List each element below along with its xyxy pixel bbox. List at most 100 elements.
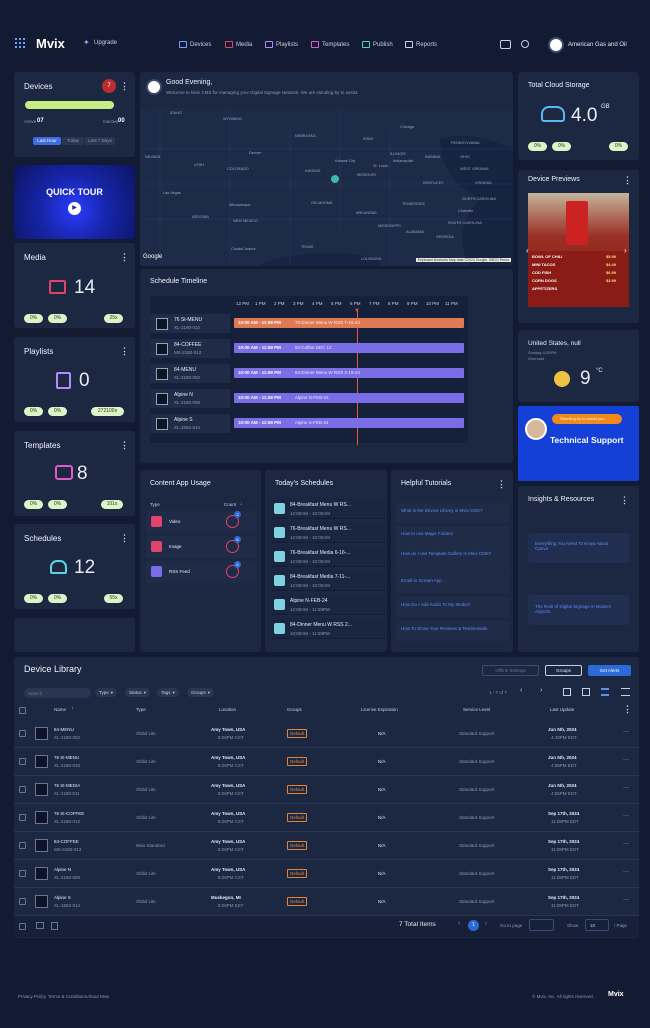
- todays-schedule-item[interactable]: 84-Breakfast Media 7-11-... 12:00AM - 10:…: [268, 570, 385, 591]
- footer-next-icon[interactable]: ›: [485, 921, 487, 927]
- media-menu-icon[interactable]: ⋮: [120, 253, 129, 262]
- org-name[interactable]: American Gas and Oil: [568, 42, 627, 48]
- table-row[interactable]: 76 St-COFFEE XL-2180-012 Xhibit Lite Amy To…: [14, 804, 639, 832]
- row-menu-icon[interactable]: ···: [623, 841, 629, 847]
- col-name[interactable]: Name: [54, 707, 66, 712]
- device-name[interactable]: 84-MENU: [54, 727, 74, 732]
- previews-menu-icon[interactable]: ⋮: [623, 176, 632, 185]
- nav-media[interactable]: Media: [225, 41, 252, 48]
- support-banner[interactable]: Standing by to assist you Technical Supp…: [518, 406, 639, 481]
- chart-view-icon[interactable]: [563, 688, 571, 696]
- table-row[interactable]: 76 St-MEDIA XL-2180-011 Xhibit Lite Amy Tow…: [14, 776, 639, 804]
- schedule-bar[interactable]: 10:00 AM - 11:59 PM Alpine S-FEB-24: [234, 418, 464, 428]
- quick-tour-banner[interactable]: QUICK TOUR ▶: [14, 165, 135, 239]
- row-menu-icon[interactable]: ···: [623, 757, 629, 763]
- range-tab-today[interactable]: Today: [62, 137, 84, 145]
- device-name[interactable]: 84-COFFEE: [54, 839, 79, 844]
- preview-image[interactable]: BOWL OF CHILI MINI TACOS COD FISH CORN DOGS…: [528, 193, 629, 307]
- tutorial-link[interactable]: How To Show Your Reviews & Testimonials: [401, 626, 506, 631]
- table-row[interactable]: Alpine N XL-2160-009 Xhibit Lite Amy Town, …: [14, 860, 639, 888]
- timeline-device-row[interactable]: Alpine N XL-2160-009: [150, 389, 230, 409]
- search-icon[interactable]: [521, 40, 529, 48]
- footer-prev-icon[interactable]: ‹: [458, 921, 460, 927]
- timeline-device-row[interactable]: 84-MENU XL-2180-002: [150, 364, 230, 384]
- footer-link[interactable]: Terms & Conditions: [48, 994, 87, 999]
- schedules-menu-icon[interactable]: ⋮: [120, 534, 129, 543]
- tutorial-item[interactable]: [396, 597, 509, 617]
- tutorial-item[interactable]: [396, 573, 509, 593]
- tutorial-link[interactable]: Email to Screen App: [401, 578, 506, 583]
- schedule-bar[interactable]: 10:00 AM - 11:59 PM 76-Dinner Menu W RSS …: [234, 318, 464, 328]
- table-row[interactable]: 84-MENU XL-2180-002 Xhibit Lite Amy Town, U…: [14, 720, 639, 748]
- nav-devices[interactable]: Devices: [179, 41, 211, 48]
- group-badge[interactable]: Default: [287, 897, 308, 906]
- col-last-update[interactable]: Last Update: [550, 707, 574, 712]
- footer-link[interactable]: Privacy Policy: [18, 994, 46, 999]
- brand-logo[interactable]: Mvix: [36, 36, 65, 51]
- todays-schedule-item[interactable]: 76-Breakfast Menu W RS... 12:00AM - 10:00…: [268, 522, 385, 543]
- footer-checkbox[interactable]: [19, 923, 26, 930]
- device-name[interactable]: Alpine N: [54, 867, 71, 872]
- footer-link[interactable]: About Mvix: [87, 994, 109, 999]
- col-license[interactable]: License Expiration: [361, 707, 398, 712]
- row-checkbox[interactable]: [19, 786, 26, 793]
- table-row[interactable]: 84-COFFEE MS-2180-013 Mvix Standard Amy Tow…: [14, 832, 639, 860]
- playlists-menu-icon[interactable]: ⋮: [120, 347, 129, 356]
- library-search-input[interactable]: [24, 688, 91, 698]
- row-menu-icon[interactable]: ···: [623, 785, 629, 791]
- filter-dropdown[interactable]: Groups ▾: [187, 688, 215, 697]
- prev-page-icon[interactable]: ‹: [520, 687, 522, 694]
- sort-up-icon[interactable]: ↑: [71, 706, 74, 712]
- device-name[interactable]: 76 St-COFFEE: [54, 811, 84, 816]
- get-alerts-button[interactable]: Get Alerts: [588, 665, 631, 676]
- sort-down-icon[interactable]: ↓: [240, 501, 243, 507]
- group-badge[interactable]: Default: [287, 869, 308, 878]
- filter-dropdown[interactable]: Tags ▾: [157, 688, 179, 697]
- trash-icon[interactable]: [51, 922, 58, 930]
- device-name[interactable]: Alpine S: [54, 895, 71, 900]
- us-map[interactable]: IDAHO WYOMING NEBRASKA IOWA Chicago PENNSYLVA…: [140, 109, 513, 266]
- insight-link[interactable]: Everything You Need To Know About Canva: [535, 541, 615, 551]
- grid-view-icon[interactable]: [582, 688, 590, 696]
- col-groups[interactable]: Groups: [287, 707, 302, 712]
- list-view-icon[interactable]: [601, 688, 609, 696]
- next-page-icon[interactable]: ›: [540, 687, 542, 694]
- schedule-bar[interactable]: 10:00 AM - 11:59 PM 84-Dinner Menu W RSS …: [234, 368, 464, 378]
- device-name[interactable]: 76 St-MEDIA: [54, 783, 80, 788]
- col-service[interactable]: Service Level: [463, 707, 490, 712]
- tutorial-link[interactable]: How to use Magic Folders: [401, 531, 506, 536]
- row-checkbox[interactable]: [19, 814, 26, 821]
- nav-playlists[interactable]: Playlists: [265, 41, 298, 48]
- group-badge[interactable]: Default: [287, 785, 308, 794]
- group-badge[interactable]: Default: [287, 813, 308, 822]
- group-badge[interactable]: Default: [287, 729, 308, 738]
- row-menu-icon[interactable]: ···: [623, 729, 629, 735]
- select-all-checkbox[interactable]: [19, 707, 26, 714]
- offline-settings-button[interactable]: Offline Settings: [482, 665, 539, 676]
- current-page[interactable]: 1: [468, 920, 479, 931]
- todays-schedule-item[interactable]: 84-Breakfast Menu W RS... 12:00AM - 10:00…: [268, 498, 385, 519]
- alert-badge[interactable]: 7: [102, 79, 116, 93]
- tutorial-link[interactable]: How Do I Add Audio To My Media?: [401, 602, 506, 607]
- filter-dropdown[interactable]: Status ▾: [125, 688, 151, 697]
- group-badge[interactable]: Default: [287, 757, 308, 766]
- tutorial-link[interactable]: How do I use Template Gallery in Mvix CM…: [401, 551, 506, 556]
- todays-schedule-item[interactable]: Alpine N-FEB-24 12:00AM - 11:59PM: [268, 594, 385, 615]
- tutorial-item[interactable]: [396, 503, 509, 523]
- per-page-select[interactable]: 10: [585, 919, 609, 931]
- row-menu-icon[interactable]: ···: [623, 897, 629, 903]
- nav-publish[interactable]: Publish: [362, 41, 393, 48]
- tutorial-item[interactable]: [396, 546, 509, 572]
- row-checkbox[interactable]: [19, 898, 26, 905]
- timeline-device-row[interactable]: Alpine S XL-1552-014: [150, 414, 230, 434]
- filter-dropdown[interactable]: Type ▾: [95, 688, 118, 697]
- apps-grid-icon[interactable]: [15, 38, 25, 48]
- range-tab-last-hour[interactable]: Last Hour: [33, 137, 61, 145]
- columns-menu-icon[interactable]: ⋮: [623, 705, 632, 714]
- map-attribution[interactable]: Keyboard shortcuts Map data ©2024 Google…: [415, 258, 511, 262]
- range-tab-7-days[interactable]: Last 7 Days: [85, 137, 115, 145]
- chat-icon[interactable]: [500, 40, 511, 49]
- tutorial-item[interactable]: [396, 621, 509, 641]
- table-row[interactable]: Alpine S XL-1552-014 Xhibit Lite Muskegon, …: [14, 888, 639, 916]
- schedule-bar[interactable]: 10:00 AM - 11:59 PM Alpine N-FEB-24: [234, 393, 464, 403]
